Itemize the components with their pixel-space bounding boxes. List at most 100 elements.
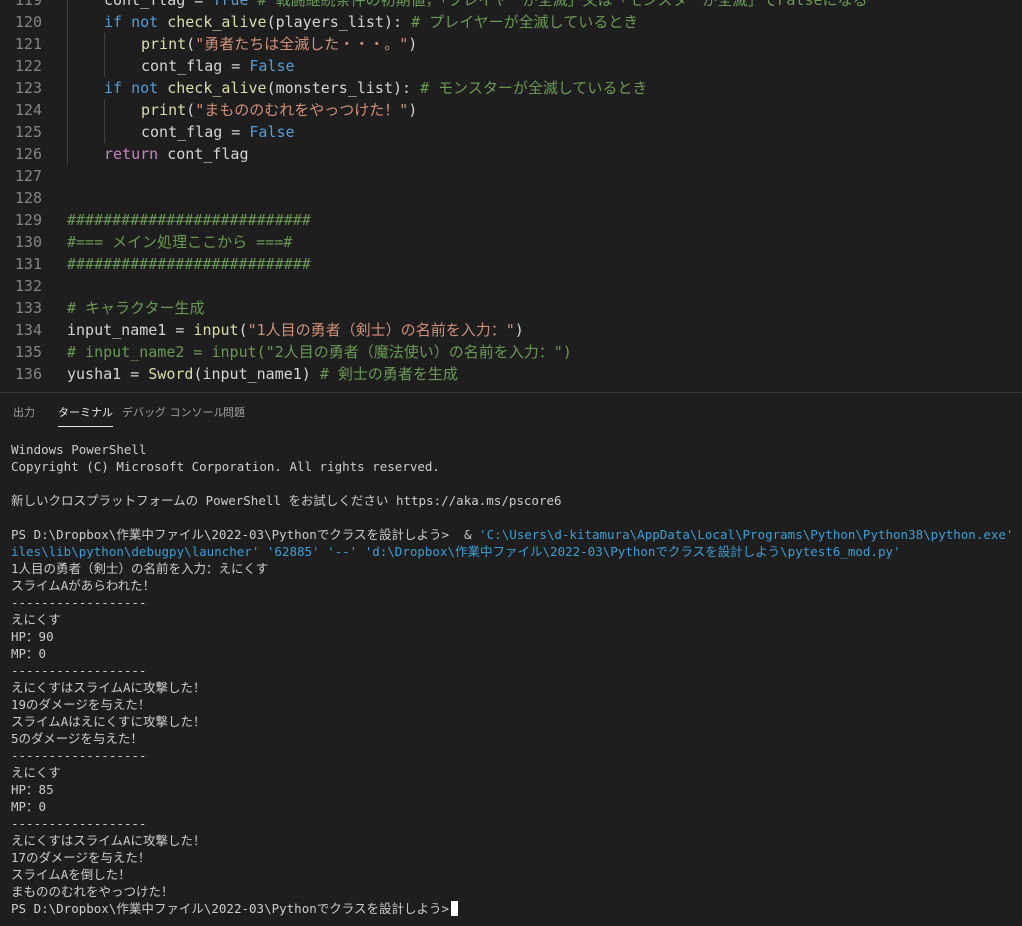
code-token: cont_flag [158, 145, 249, 163]
code-line: 122 cont_flag = False [0, 55, 1022, 77]
terminal-text: Copyright (C) Microsoft Corporation. All… [11, 459, 440, 474]
indent-guide [104, 33, 105, 55]
code-token: print [141, 35, 187, 53]
line-number: 120 [14, 13, 42, 31]
line-number: 135 [14, 343, 42, 361]
code-token: cont_flag = [141, 123, 250, 141]
terminal-text: えにくす [11, 765, 61, 780]
code-token: False [249, 57, 295, 75]
terminal-cursor [451, 901, 459, 916]
terminal-line: MP：0 [11, 798, 1022, 815]
code-line: 123 if not check_alive(monsters_list): # … [0, 77, 1022, 99]
code-token: "勇者たちは全滅した・・・。" [195, 35, 409, 53]
terminal-line: まもののむれをやっつけた！ [11, 883, 1022, 900]
code-text: cont_flag = False [141, 55, 295, 77]
line-number: 124 [14, 101, 42, 119]
terminal-line: ------------------ [11, 747, 1022, 764]
code-line: 129 ########################### [0, 209, 1022, 231]
code-text: if not check_alive(monsters_list): # モンス… [104, 77, 647, 99]
code-token: (input_name1) [193, 365, 320, 383]
indent-guide [67, 55, 68, 77]
code-text: ########################### [67, 253, 311, 275]
code-line: 136 yusha1 = Sword(input_name1) # 剣士の勇者を生… [0, 363, 1022, 385]
terminal-line: 17のダメージを与えた！ [11, 849, 1022, 866]
terminal-text: PS D:\Dropbox\作業中ファイル\2022-03\Pythonでクラス… [11, 901, 450, 916]
terminal-line: スライムAはえにくすに攻撃した！ [11, 713, 1022, 730]
line-number: 128 [14, 189, 42, 207]
code-token: # 戦闘継続条件の初期値，「プレイヤーが全滅」又は「モンスターが全滅」でFals… [248, 0, 868, 9]
terminal-text: ------------------ [11, 663, 147, 678]
code-line: 130 #=== メイン処理ここから ===# [0, 231, 1022, 253]
terminal-output[interactable]: Windows PowerShell Copyright (C) Microsof… [11, 441, 1022, 921]
code-token: ( [186, 35, 196, 53]
code-token: # モンスターが全滅しているとき [420, 79, 648, 97]
terminal-text: PS D:\Dropbox\作業中ファイル\2022-03\Pythonでクラス… [11, 527, 480, 542]
code-line: 121 print("勇者たちは全滅した・・・。") [0, 33, 1022, 55]
code-line: 125 cont_flag = False [0, 121, 1022, 143]
indent-guide [67, 11, 68, 33]
terminal-text: iles\lib\python\debugpy\launcher' '62885… [11, 544, 901, 559]
terminal-line: PS D:\Dropbox\作業中ファイル\2022-03\Pythonでクラス… [11, 900, 1022, 917]
panel-tabs: 出力 ターミナル デバッグ コンソール 問題 [0, 393, 1022, 429]
terminal-line: えにくすはスライムAに攻撃した！ [11, 679, 1022, 696]
code-token: #=== メイン処理ここから ===# [67, 233, 293, 251]
tab-problems[interactable]: 問題 [223, 404, 245, 426]
code-text: # キャラクター生成 [67, 297, 204, 319]
tab-output[interactable]: 出力 [13, 404, 35, 426]
code-token: ) [408, 35, 418, 53]
terminal-line: スライムAがあらわれた！ [11, 577, 1022, 594]
terminal-line: Copyright (C) Microsoft Corporation. All… [11, 458, 1022, 475]
code-token: input [193, 321, 239, 339]
code-token: check_alive [167, 13, 267, 31]
tab-terminal[interactable]: ターミナル [58, 404, 113, 427]
tab-debug-console[interactable]: デバッグ コンソール [122, 404, 225, 426]
code-token: ) [514, 321, 524, 339]
code-line: 128 [0, 187, 1022, 209]
line-number: 121 [14, 35, 42, 53]
code-token: "まもののむれをやっつけた！" [195, 101, 409, 119]
terminal-text: MP：0 [11, 799, 47, 814]
terminal-text: ------------------ [11, 816, 147, 831]
code-line: 119 cont_flag = True # 戦闘継続条件の初期値，「プレイヤーが… [0, 0, 1022, 11]
code-text: return cont_flag [104, 143, 249, 165]
code-token: (monsters_list): [266, 79, 421, 97]
code-token: False [249, 123, 295, 141]
terminal-line: ------------------ [11, 662, 1022, 679]
code-token: cont_flag = [104, 0, 213, 9]
code-token: cont_flag = [141, 57, 250, 75]
terminal-text: えにくすはスライムAに攻撃した！ [11, 833, 206, 848]
line-number: 134 [14, 321, 42, 339]
code-line: 135 # input_name2 = input("2人目の勇者（魔法使い）の名… [0, 341, 1022, 363]
line-number: 127 [14, 167, 42, 185]
code-editor[interactable]: 119 cont_flag = True # 戦闘継続条件の初期値，「プレイヤーが… [0, 0, 1022, 392]
code-token: # input_name2 = input("2人目の勇者（魔法使い）の名前を入… [67, 343, 572, 361]
line-number: 133 [14, 299, 42, 317]
terminal-line: 新しいクロスプラットフォームの PowerShell をお試しください http… [11, 492, 1022, 509]
terminal-line: iles\lib\python\debugpy\launcher' '62885… [11, 543, 1022, 560]
terminal-line: MP：0 [11, 645, 1022, 662]
terminal-line: えにくす [11, 611, 1022, 628]
code-line: 126 return cont_flag [0, 143, 1022, 165]
terminal-text: HP：85 [11, 782, 54, 797]
code-token: # 剣士の勇者を生成 [319, 365, 458, 383]
line-number: 130 [14, 233, 42, 251]
code-token: ( [238, 321, 248, 339]
terminal-line: Windows PowerShell [11, 441, 1022, 458]
code-token: if [104, 79, 123, 97]
code-text: # input_name2 = input("2人目の勇者（魔法使い）の名前を入… [67, 341, 572, 363]
indent-guide [104, 99, 105, 121]
terminal-line: 5のダメージを与えた！ [11, 730, 1022, 747]
terminal-text: えにくす [11, 612, 61, 627]
indent-guide [67, 121, 68, 143]
terminal-line: HP：90 [11, 628, 1022, 645]
code-text: yusha1 = Sword(input_name1) # 剣士の勇者を生成 [67, 363, 458, 385]
code-token: True [212, 0, 249, 9]
code-text: print("まもののむれをやっつけた！") [141, 99, 417, 121]
terminal-text: ------------------ [11, 595, 147, 610]
terminal-line: スライムAを倒した！ [11, 866, 1022, 883]
code-token: ########################### [67, 211, 311, 229]
terminal-line: ------------------ [11, 594, 1022, 611]
